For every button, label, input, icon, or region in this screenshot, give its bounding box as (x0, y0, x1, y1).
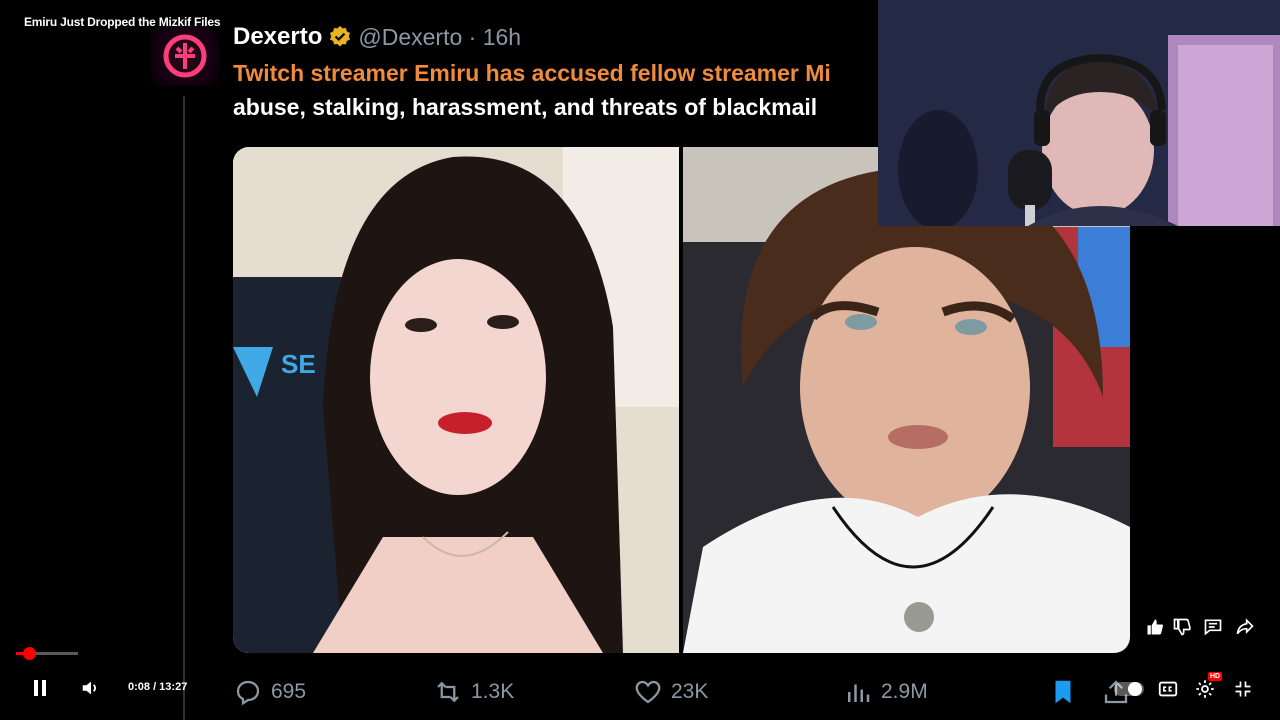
captions-button[interactable] (1155, 676, 1181, 702)
volume-button[interactable] (80, 677, 102, 699)
verified-badge-icon (328, 25, 352, 49)
tweet-text-line-2: abuse, stalking, harassment, and threats… (233, 94, 818, 120)
views-action[interactable]: 2.9M (843, 672, 928, 712)
views-count: 2.9M (881, 680, 928, 703)
video-progress-bar[interactable] (16, 647, 78, 660)
pause-icon (34, 680, 46, 696)
heart-icon (635, 680, 661, 704)
dexerto-logo-icon (163, 34, 207, 78)
comment-icon (1204, 619, 1222, 636)
dexerto-avatar (151, 26, 219, 86)
streamer-webcam-image (878, 0, 1280, 226)
tweet-header: Dexerto @Dexerto · 16h (233, 20, 521, 54)
views-chart-icon (848, 684, 870, 702)
thumbs-up-icon (1147, 619, 1163, 635)
streamer-webcam (878, 0, 1280, 226)
chair-logo-text: SE (281, 349, 316, 379)
bookmark-icon (1055, 680, 1071, 704)
settings-icon (1196, 680, 1214, 698)
reply-count: 695 (271, 680, 307, 703)
reply-action[interactable]: 695 (233, 672, 306, 712)
tweet-handle-time: @Dexerto · 16h (358, 23, 522, 50)
thread-line (183, 96, 185, 720)
exit-fullscreen-icon (1235, 681, 1251, 697)
volume-icon (82, 681, 97, 695)
hd-quality-badge: HD (1208, 672, 1223, 681)
video-scrubber-handle[interactable] (22, 647, 36, 660)
tweet-display-name[interactable]: Dexerto (233, 23, 322, 51)
dislike-video-button[interactable] (1172, 617, 1192, 637)
reply-icon (236, 680, 260, 706)
autoplay-toggle[interactable] (1114, 682, 1144, 696)
bookmark-action[interactable] (1048, 672, 1078, 712)
pause-button[interactable] (28, 676, 52, 700)
tweet-photo-left[interactable]: SE (233, 147, 679, 653)
exit-fullscreen-button[interactable] (1230, 676, 1256, 702)
retweet-count: 1.3K (471, 680, 515, 703)
share-icon (1236, 618, 1254, 635)
like-count: 23K (671, 680, 709, 703)
like-action[interactable]: 23K (633, 672, 708, 712)
retweet-action[interactable]: 1.3K (433, 672, 514, 712)
autoplay-toggle-knob (1128, 682, 1142, 696)
tweet-actions-bar: 695 1.3K 23K 2.9M (233, 672, 1133, 712)
time-display: 0:08 / 13:27 (128, 681, 188, 693)
captions-icon (1158, 681, 1178, 697)
comments-button[interactable] (1203, 617, 1223, 637)
like-video-button[interactable] (1145, 617, 1165, 637)
tweet-text-line-1: Twitch streamer Emiru has accused fellow… (233, 60, 831, 86)
thumbs-down-icon (1173, 618, 1191, 636)
share-video-button[interactable] (1235, 617, 1255, 637)
woman-portrait-image: SE (233, 147, 679, 653)
retweet-icon (437, 681, 459, 703)
